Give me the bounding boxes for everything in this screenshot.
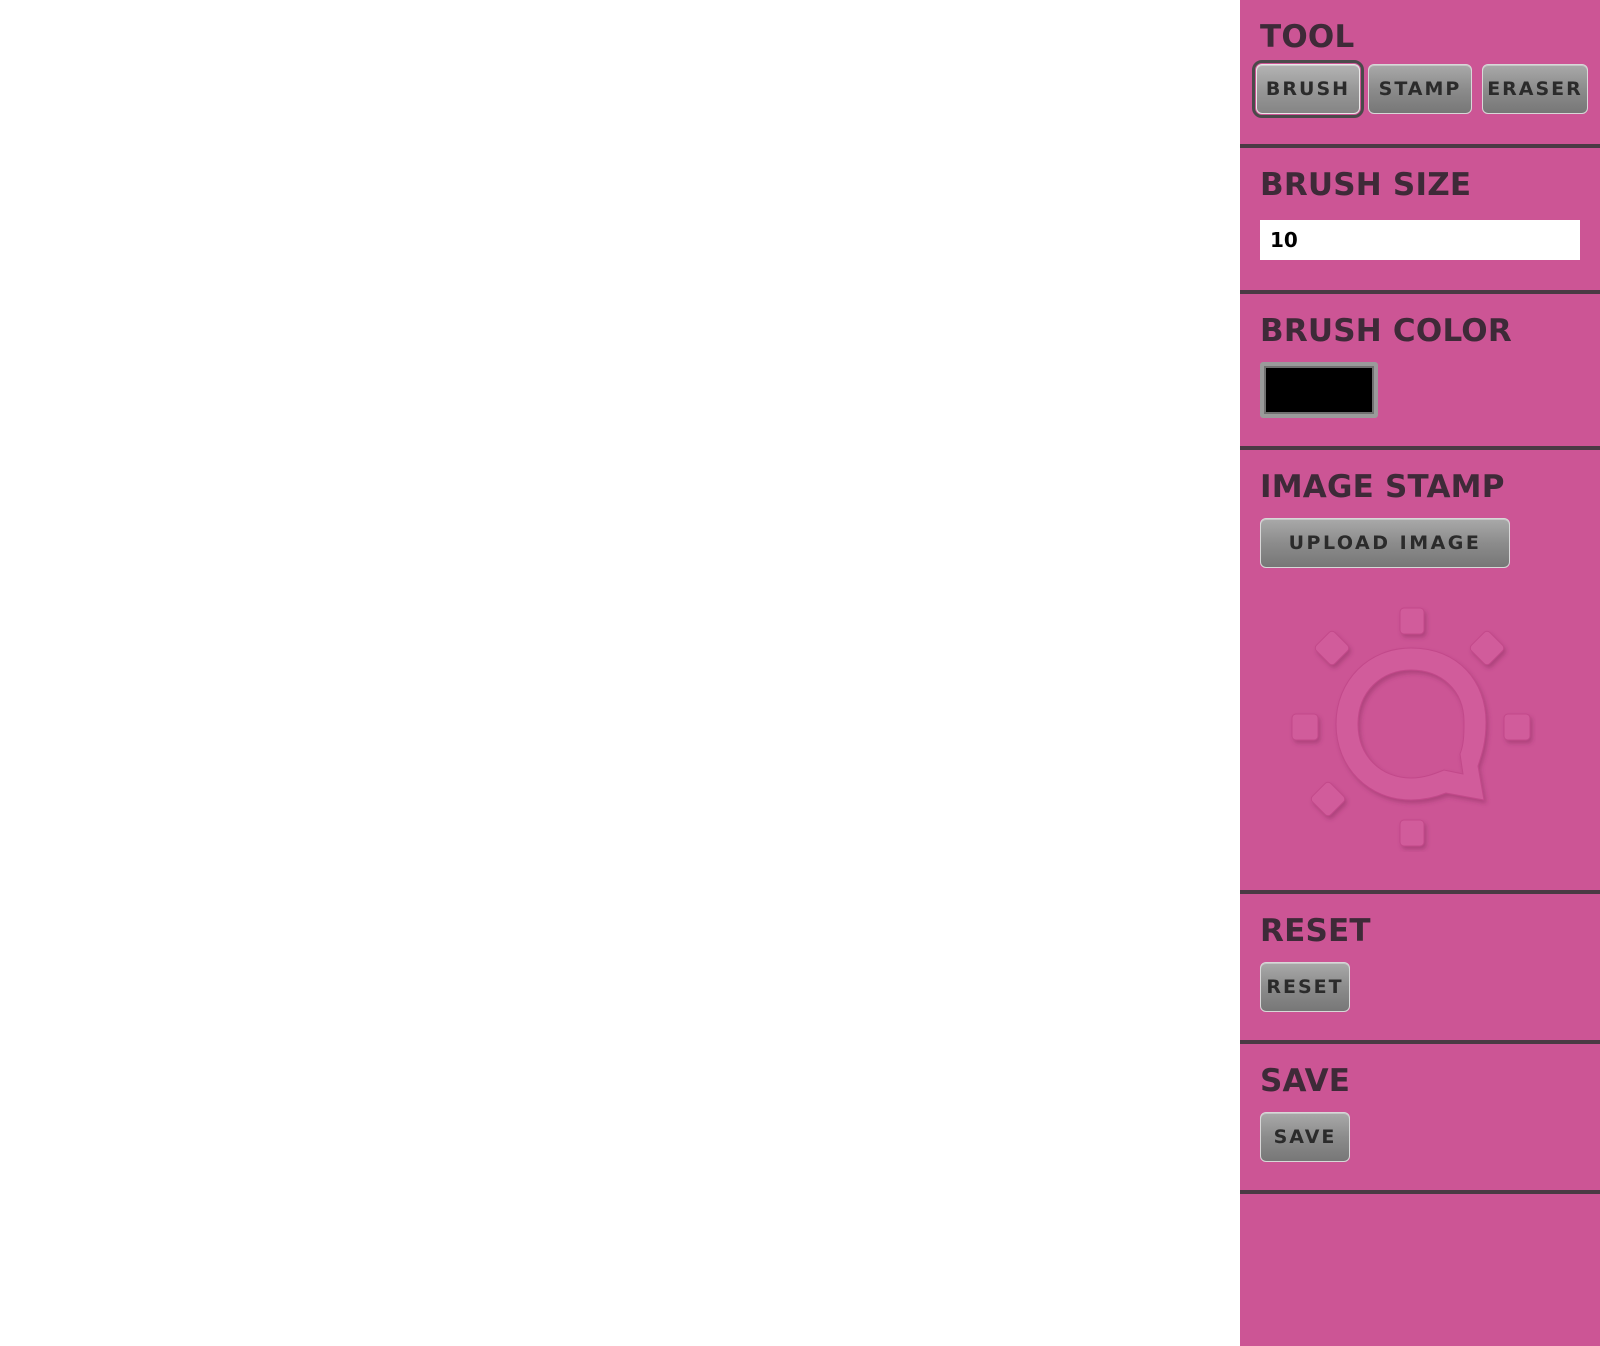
tool-title: TOOL xyxy=(1260,19,1355,55)
brush-tool-button[interactable]: BRUSH xyxy=(1252,60,1364,118)
stamp-preview xyxy=(1286,602,1536,852)
reset-title: RESET xyxy=(1260,913,1371,949)
brush-size-input[interactable] xyxy=(1260,220,1580,260)
save-title: SAVE xyxy=(1260,1063,1351,1099)
stamp-tool-button[interactable]: STAMP xyxy=(1368,64,1472,114)
brush-size-section: BRUSH SIZE xyxy=(1240,148,1600,294)
save-section: SAVE SAVE xyxy=(1240,1044,1600,1194)
brush-color-section: BRUSH COLOR xyxy=(1240,294,1600,450)
image-stamp-title: IMAGE STAMP xyxy=(1260,469,1505,505)
reset-button[interactable]: RESET xyxy=(1260,962,1350,1012)
reset-section: RESET RESET xyxy=(1240,894,1600,1044)
drawing-canvas[interactable] xyxy=(0,0,1240,1346)
eraser-tool-button[interactable]: ERASER xyxy=(1482,64,1588,114)
save-button[interactable]: SAVE xyxy=(1260,1112,1350,1162)
upload-image-button[interactable]: UPLOAD IMAGE xyxy=(1260,518,1510,568)
sun-chat-bubble-icon xyxy=(1291,607,1531,847)
brush-size-title: BRUSH SIZE xyxy=(1260,167,1472,203)
brush-color-title: BRUSH COLOR xyxy=(1260,313,1512,349)
image-stamp-section: IMAGE STAMP UPLOAD IMAGE xyxy=(1240,450,1600,894)
brush-color-picker[interactable] xyxy=(1260,362,1378,418)
tool-sidebar: TOOL BRUSH STAMP ERASER BRUSH SIZE BRUSH… xyxy=(1240,0,1600,1346)
tool-section: TOOL BRUSH STAMP ERASER xyxy=(1240,0,1600,148)
